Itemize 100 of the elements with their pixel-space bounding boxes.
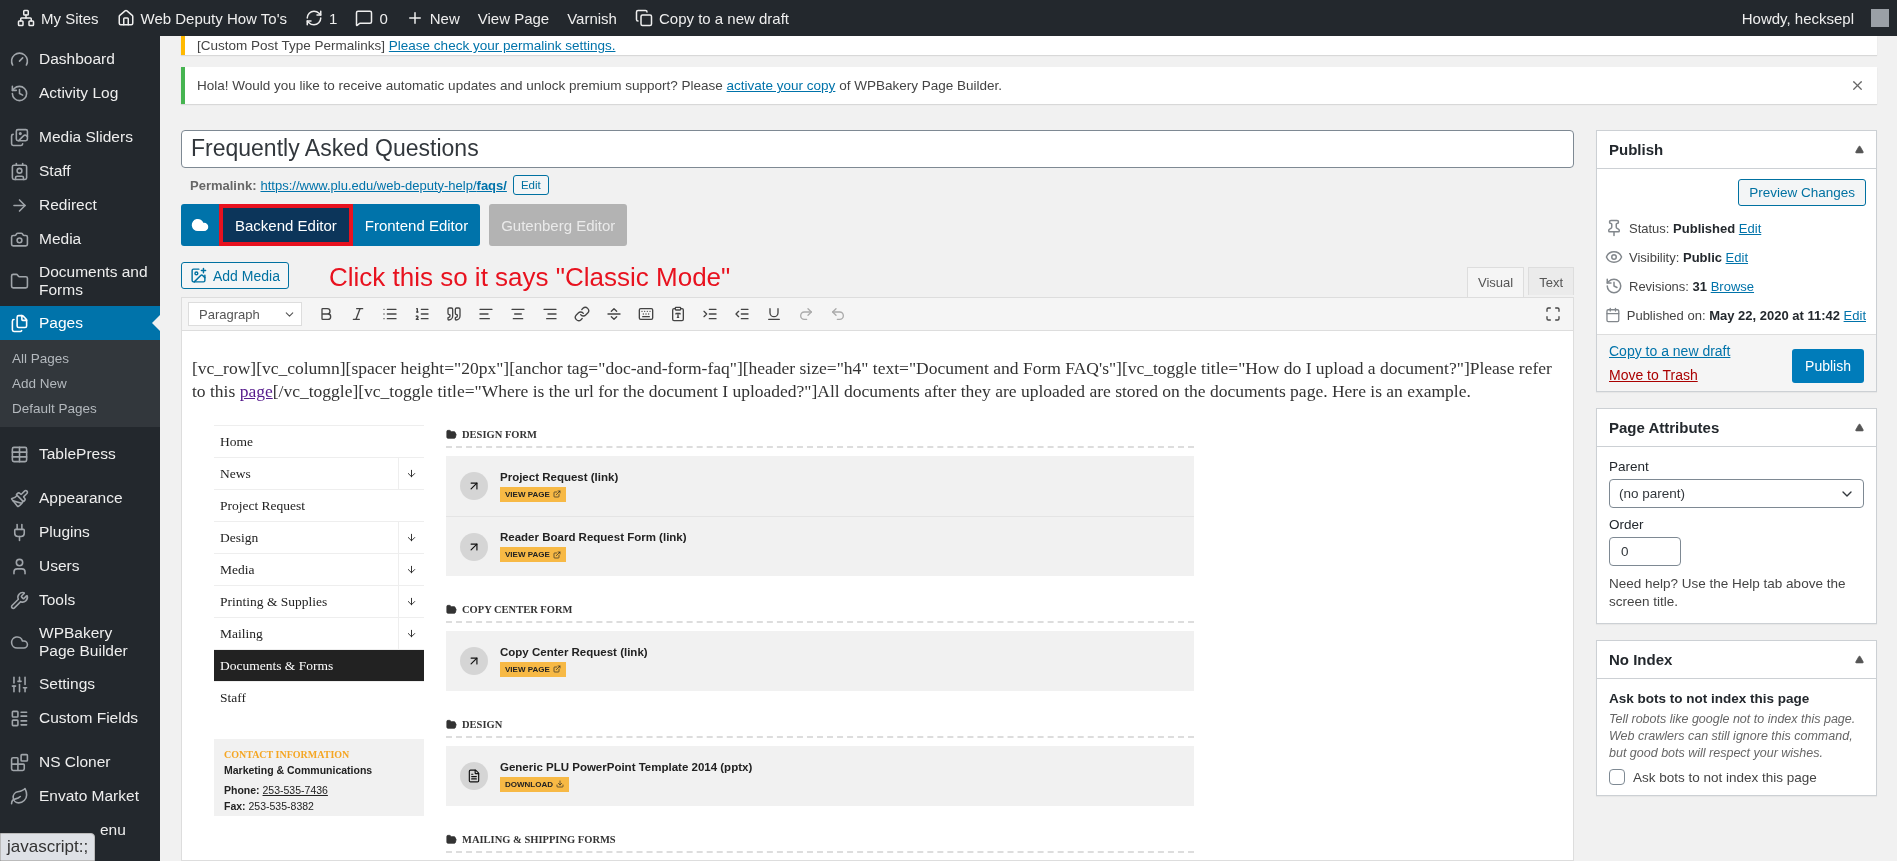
contact-org: Marketing & Communications [224, 764, 374, 776]
preview-changes-button[interactable]: Preview Changes [1738, 179, 1866, 206]
table-icon [10, 444, 29, 464]
sidebar-item[interactable]: Redirect [0, 188, 160, 222]
sidebar-item[interactable]: Media [0, 222, 160, 256]
external-link-icon [460, 472, 488, 500]
sidebar-item[interactable]: Activity Log [0, 76, 160, 110]
arrow-down-icon [406, 532, 417, 543]
arrow-down-icon [406, 564, 417, 575]
format-select[interactable]: Paragraph [188, 302, 302, 326]
notice-link[interactable]: Please check your permalink settings. [388, 38, 616, 53]
eye-icon [1605, 248, 1623, 266]
sidebar-item[interactable]: Tools [0, 583, 160, 617]
list-icon [10, 708, 29, 728]
title-field[interactable]: Frequently Asked Questions [181, 130, 1574, 168]
history-icon [1605, 277, 1623, 295]
folder-icon [446, 604, 457, 615]
admin-bar-item[interactable]: 0 [346, 9, 397, 27]
edit-link[interactable]: Edit [1843, 307, 1866, 323]
collapse-icon[interactable] [1855, 145, 1864, 154]
sidebar-item[interactable]: NS Cloner [0, 745, 160, 779]
align-left-icon [477, 306, 494, 322]
editor-tab[interactable]: Visual [1466, 267, 1525, 297]
admin-bar-item[interactable]: Varnish [558, 9, 626, 27]
admin-bar-item[interactable]: View Page [468, 9, 559, 27]
sliders-icon [10, 674, 29, 694]
sidebar-item[interactable]: Envato Market [0, 779, 160, 813]
sidebar-item[interactable]: Plugins [0, 515, 160, 549]
close-icon[interactable] [1850, 78, 1865, 93]
sidebar-item[interactable]: TablePress [0, 437, 160, 471]
parent-select[interactable]: (no parent) [1609, 479, 1864, 508]
edit-link[interactable]: Browse [1710, 278, 1755, 294]
collapse-icon[interactable] [1855, 655, 1864, 664]
example-nav-item: Media [214, 553, 424, 585]
box-title: Page Attributes [1609, 419, 1720, 436]
example-nav-item: News [214, 457, 424, 489]
box-title: No Index [1609, 651, 1673, 668]
file-icon [460, 762, 488, 790]
numbered-list-icon [413, 306, 430, 322]
publish-info: Published on: May 22, 2020 at 11:42 Edit [1626, 307, 1866, 323]
admin-bar-item[interactable]: Copy to a new draft [625, 9, 799, 27]
submenu-item[interactable]: Default Pages [0, 396, 160, 421]
sidebar-item[interactable]: Users [0, 549, 160, 583]
checkbox[interactable] [1609, 769, 1625, 785]
account-menu[interactable]: Howdy, hecksepl [1732, 9, 1863, 27]
sidebar-item[interactable]: WPBakery Page Builder [0, 617, 160, 667]
edit-link[interactable]: Edit [1738, 220, 1762, 236]
submenu-item[interactable]: All Pages [0, 346, 160, 371]
order-field[interactable]: 0 [1609, 537, 1681, 566]
editor-mode-button[interactable]: Backend Editor [219, 204, 353, 246]
help-text: Need help? Use the Help tab above the screen title. [1609, 575, 1847, 611]
submenu-item[interactable]: Add New [0, 371, 160, 396]
sidebar-item[interactable]: Media Sliders [0, 120, 160, 154]
document-title: Copy Center Request (link) [500, 645, 648, 658]
sidebar-item[interactable]: Dashboard [0, 42, 160, 76]
admin-bar-item[interactable]: New [396, 9, 469, 27]
editor-mode-button[interactable]: Frontend Editor [352, 204, 481, 246]
copy-draft-link[interactable]: Copy to a new draft [1609, 343, 1731, 359]
download-button: DOWNLOAD [500, 776, 569, 792]
calendar-icon [1605, 306, 1621, 324]
add-media-button[interactable]: Add Media [181, 262, 289, 289]
edit-permalink-button[interactable]: Edit [512, 175, 549, 195]
edit-link[interactable]: Edit [1725, 249, 1748, 265]
sidebar-item[interactable]: Custom Fields [0, 701, 160, 735]
external-link-icon [552, 550, 561, 559]
admin-bar-item[interactable]: Web Deputy How To's [107, 9, 297, 27]
sidebar-item[interactable]: Appearance [0, 481, 160, 515]
editor-tab[interactable]: Text [1528, 267, 1574, 295]
folder-icon [10, 271, 29, 291]
publish-info: Status: Published Edit [1629, 220, 1762, 236]
admin-bar-item[interactable]: My Sites [8, 9, 108, 27]
sidebar-item[interactable]: Settings [0, 667, 160, 701]
permalink-label: Permalink: [190, 177, 257, 193]
external-link-icon [460, 647, 488, 675]
comment-icon [355, 9, 374, 27]
notice-link[interactable]: activate your copy [726, 78, 836, 93]
leaf-icon [10, 786, 29, 806]
cloud-icon [191, 216, 209, 234]
publish-button[interactable]: Publish [1792, 349, 1864, 383]
contact-line: Phone: 253-535-7436 [224, 784, 329, 796]
permalink-link[interactable]: https://www.plu.edu/web-deputy-help/faqs/ [260, 177, 507, 193]
page-link[interactable]: page [239, 381, 273, 401]
pin-icon [1605, 219, 1623, 237]
page-builder-logo-button[interactable] [181, 204, 219, 246]
collapse-icon[interactable] [1855, 423, 1864, 432]
folder-icon [446, 834, 457, 845]
sidebar-item[interactable]: Staff [0, 154, 160, 188]
copy-icon [634, 9, 653, 27]
section-heading: COPY CENTER FORM [446, 604, 1194, 623]
expand-icon [1544, 306, 1561, 322]
editor-content[interactable] [181, 331, 1574, 861]
brush-icon [10, 488, 29, 508]
history-icon [10, 83, 29, 103]
sidebar-item[interactable]: Pages [0, 306, 160, 340]
admin-bar-item[interactable]: 1 [296, 9, 347, 27]
box-title: Publish [1609, 141, 1664, 158]
sidebar-item[interactable]: Documents and Forms [0, 256, 160, 306]
trash-link[interactable]: Move to Trash [1609, 367, 1731, 383]
blocks-icon [10, 752, 29, 772]
example-nav-item: Mailing [214, 617, 424, 649]
